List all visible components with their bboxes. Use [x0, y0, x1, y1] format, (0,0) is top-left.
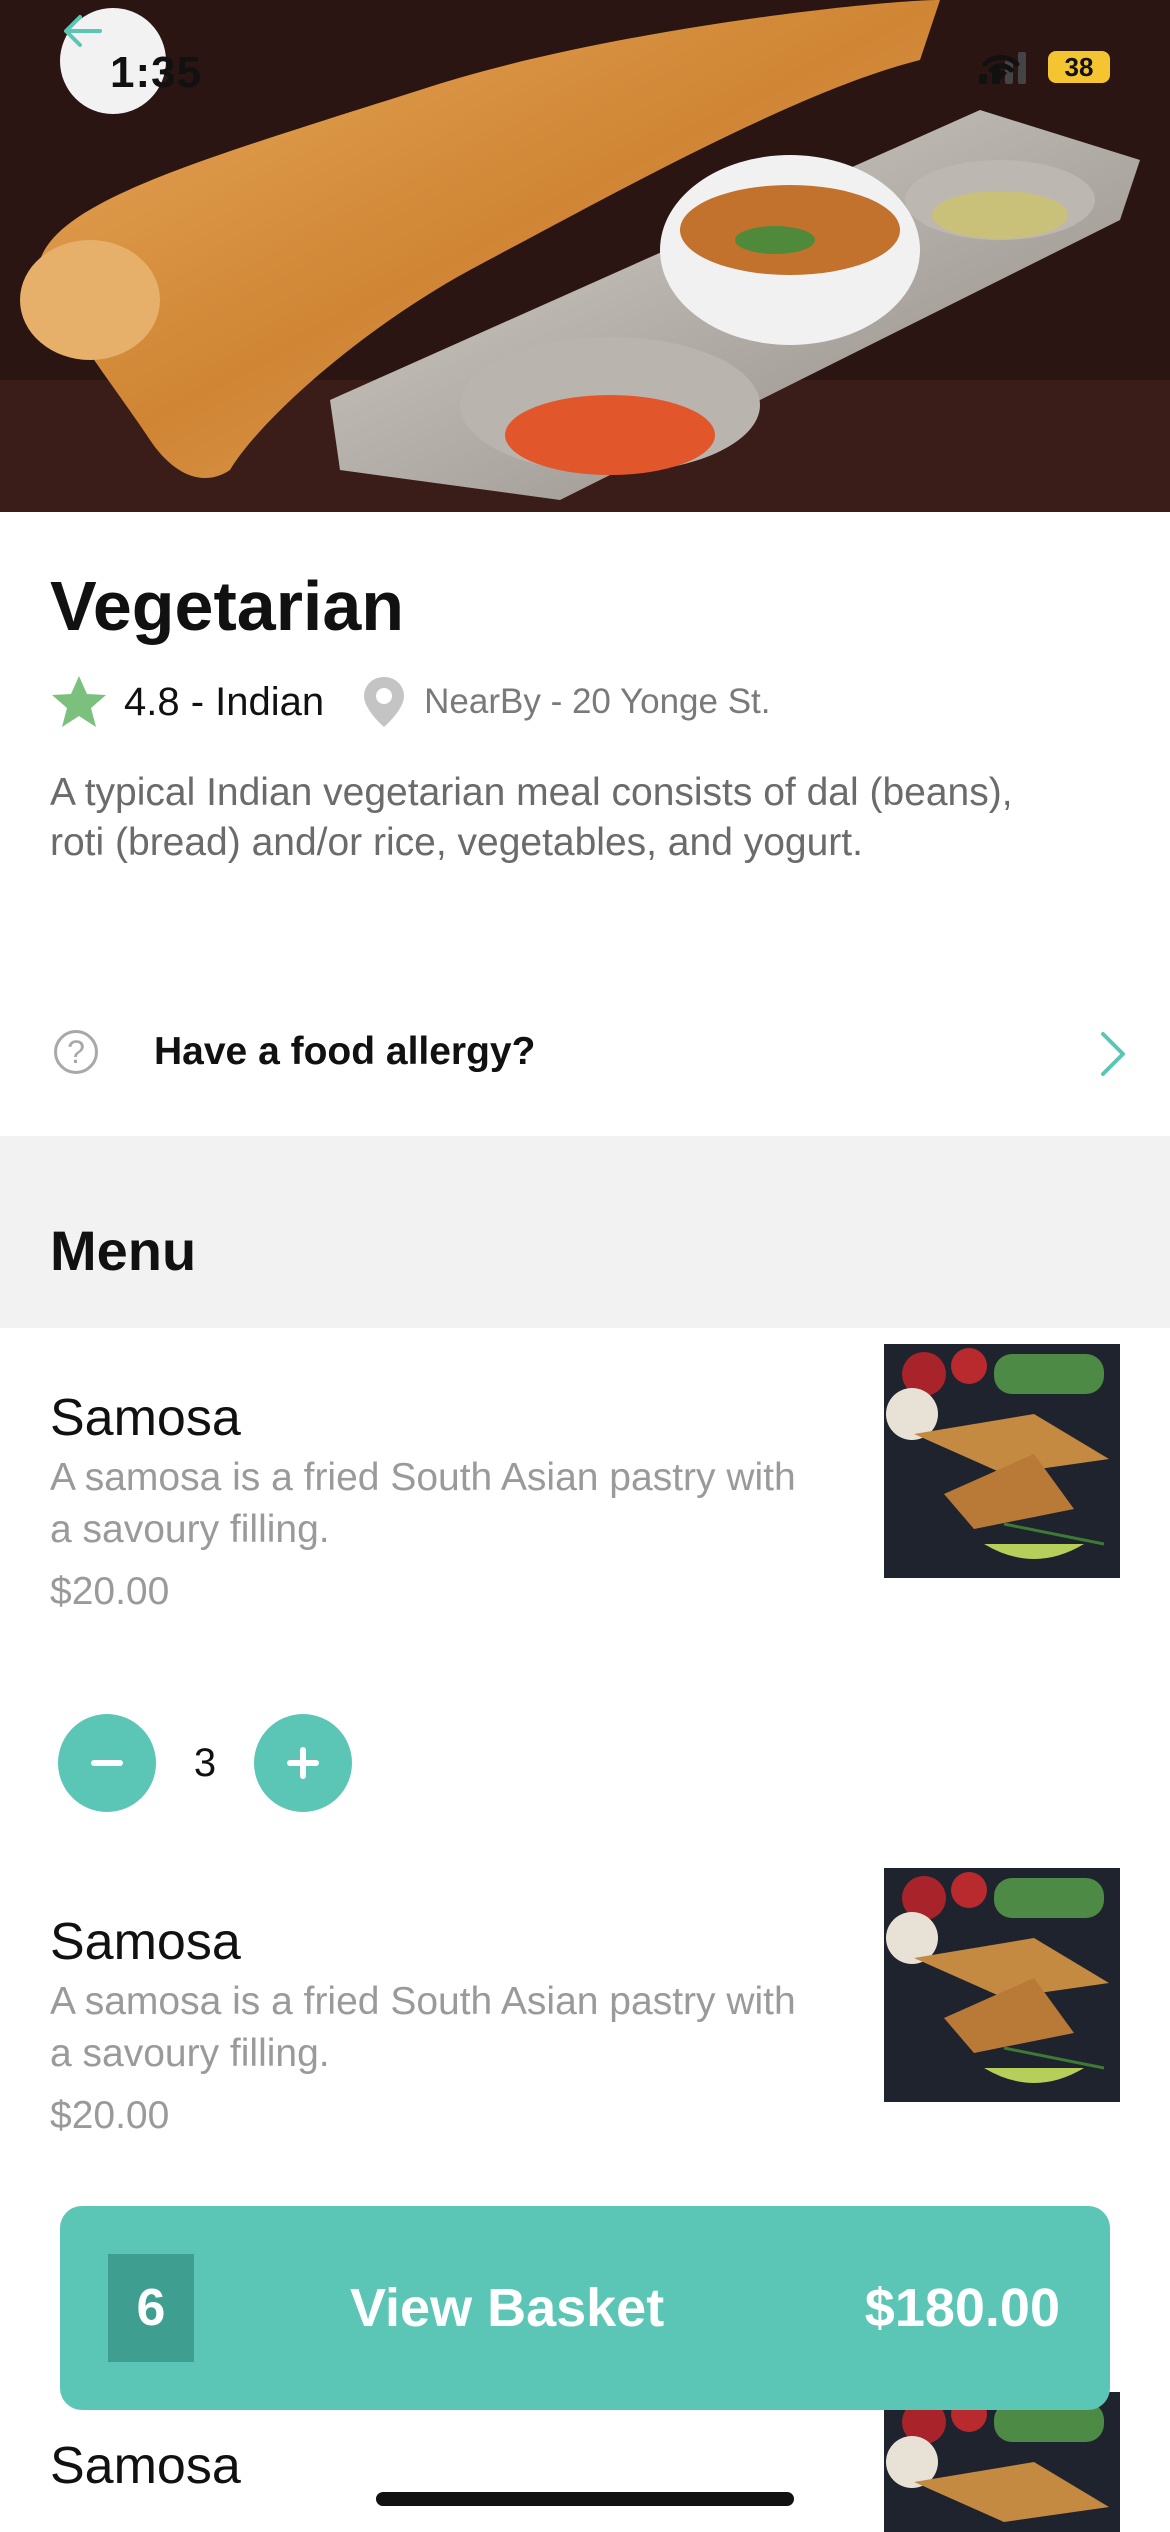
menu-item-price: $20.00: [50, 1570, 170, 1613]
status-indicators: 38: [979, 50, 1110, 84]
chevron-right-icon: [1101, 1032, 1125, 1076]
menu-item[interactable]: Samosa A samosa is a fried South Asian p…: [0, 1868, 1170, 2172]
view-basket-button[interactable]: 6 View Basket $180.00: [60, 2206, 1110, 2410]
menu-item[interactable]: Samosa: [0, 2392, 1170, 2532]
basket-label: View Basket: [350, 2278, 665, 2338]
battery-icon: 38: [1048, 51, 1110, 83]
menu-item-name: Samosa: [50, 2437, 241, 2495]
rating-text: 4.8 - Indian: [124, 679, 325, 724]
home-indicator: [376, 2492, 794, 2506]
back-arrow-icon: [64, 15, 102, 47]
menu-item-image: [884, 2392, 1120, 2532]
restaurant-title: Vegetarian: [50, 567, 405, 645]
question-icon: ?: [54, 1030, 98, 1074]
menu-item-name: Samosa: [50, 1389, 241, 1447]
menu-item-description: A samosa is a fried South Asian pastry w…: [50, 1456, 796, 1551]
allergy-row[interactable]: ? Have a food allergy?: [0, 1000, 1170, 1104]
menu-item-name: Samosa: [50, 1913, 241, 1971]
menu-item-image: [884, 1344, 1120, 1578]
restaurant-description: A typical Indian vegetarian meal consist…: [50, 771, 1013, 864]
menu-item-image: [884, 1868, 1120, 2102]
menu-item-description: A samosa is a fried South Asian pastry w…: [50, 1980, 796, 2075]
basket-count: 6: [108, 2254, 194, 2362]
location-text[interactable]: NearBy - 20 Yonge St.: [424, 682, 770, 722]
hero-image: 1:35 38: [0, 0, 1170, 512]
minus-icon: [91, 1760, 123, 1766]
meta-row: 4.8 - Indian NearBy - 20 Yonge St.: [50, 672, 770, 732]
menu-item[interactable]: Samosa A samosa is a fried South Asian p…: [0, 1344, 1170, 1828]
location-pin-icon: [364, 677, 405, 727]
menu-item-price: $20.00: [50, 2094, 170, 2137]
status-time: 1:35: [110, 48, 203, 97]
quantity-value: 3: [193, 1740, 217, 1785]
decrease-button[interactable]: [58, 1714, 156, 1812]
star-icon: [52, 676, 106, 727]
chutney-bowl: [505, 395, 715, 475]
quantity-stepper[interactable]: 3: [58, 1714, 352, 1812]
allergy-label: Have a food allergy?: [154, 1030, 536, 1073]
menu-title: Menu: [50, 1219, 197, 1282]
basket-total: $180.00: [864, 2278, 1060, 2338]
increase-button[interactable]: [254, 1714, 352, 1812]
plus-icon: [287, 1747, 319, 1779]
wifi-icon: [982, 55, 1020, 80]
